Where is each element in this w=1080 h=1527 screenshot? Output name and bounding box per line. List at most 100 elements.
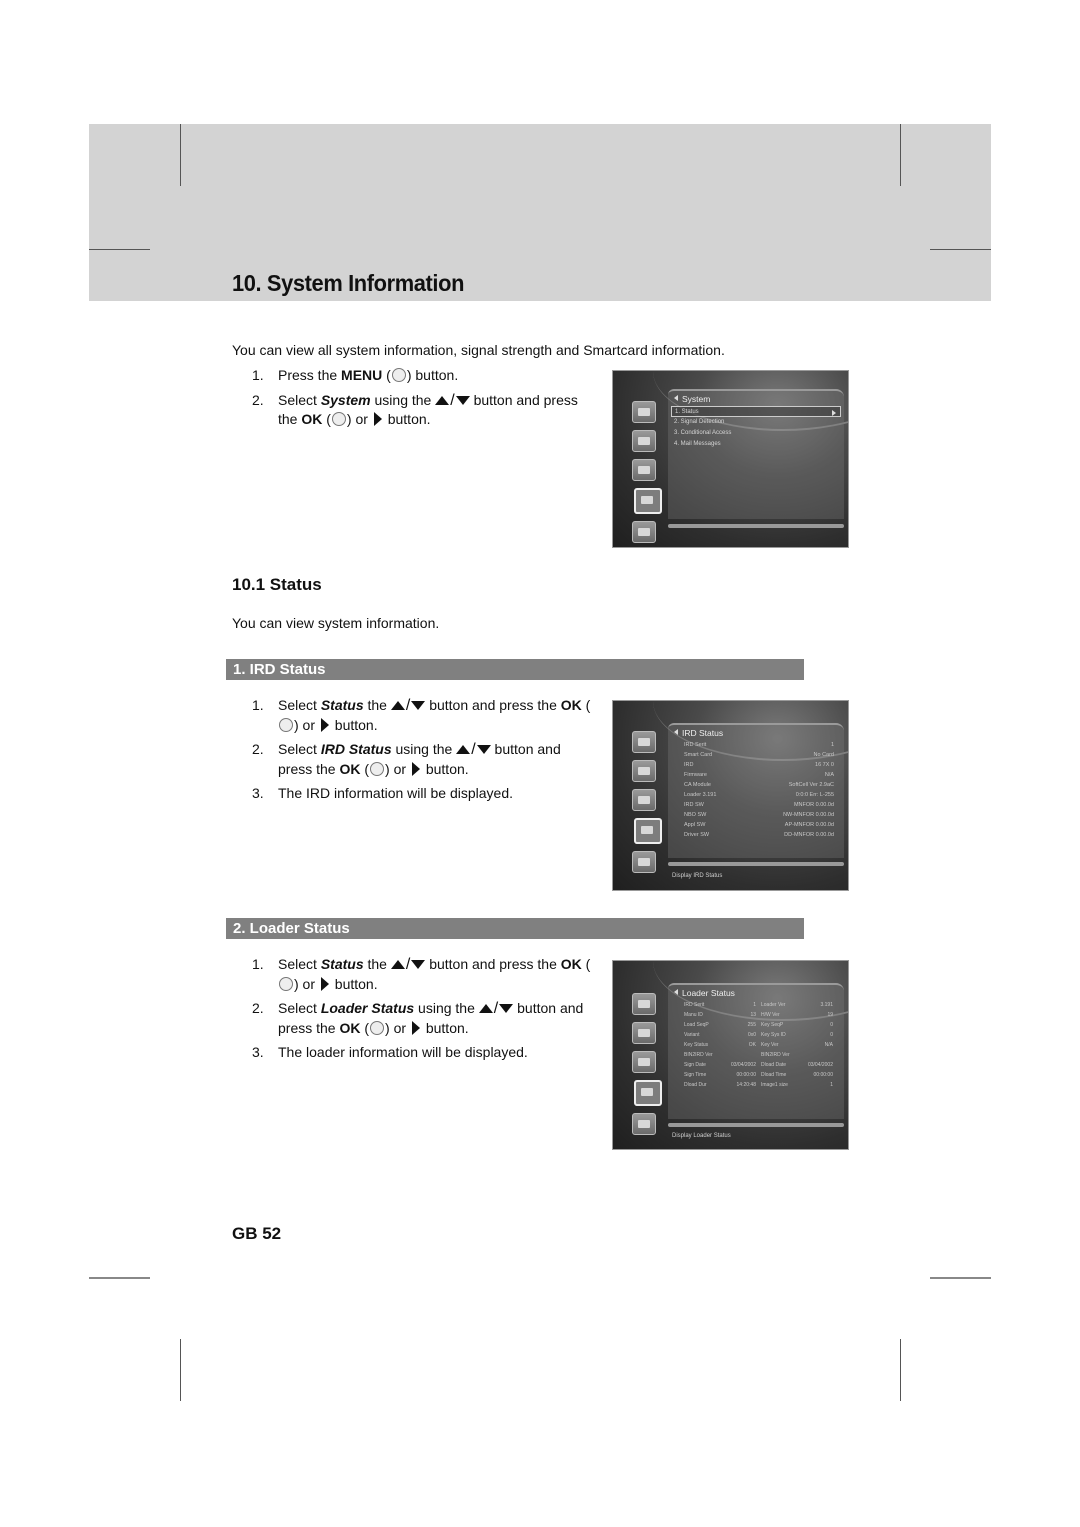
chapter-header-band	[89, 124, 991, 301]
right-arrow-icon	[832, 410, 836, 416]
info-row: Firmware N/A	[684, 772, 834, 778]
down-arrow-icon	[499, 1004, 514, 1013]
menu-item-conditional-access[interactable]: 3. Conditional Access	[668, 428, 844, 439]
games-icon	[632, 521, 656, 543]
preferences-icon	[632, 789, 656, 811]
step-item: 2. Select IRD Status using the / button …	[252, 741, 561, 777]
screen-footer-text: Display IRD Status	[672, 873, 723, 879]
ird-status-panel: IRD Status IRD Serit 1 Smart Card No Card …	[668, 723, 844, 858]
down-arrow-icon	[476, 745, 491, 754]
down-arrow-icon	[411, 960, 426, 969]
info-row: BIN2IRD Ver BIN2IRD Ver	[684, 1052, 790, 1058]
step-item: 3. The loader information will be displa…	[252, 1044, 528, 1060]
menu-button-icon	[391, 368, 406, 382]
preferences-icon	[632, 1051, 656, 1073]
system-menu-panel: System 1. Status 2. Signal Detection 3. …	[668, 389, 844, 519]
menu-item-signal-detection[interactable]: 2. Signal Detection	[668, 417, 844, 428]
back-arrow-icon	[674, 729, 678, 735]
menu-item-status[interactable]: 1. Status	[671, 406, 841, 417]
loader-status-heading: 2. Loader Status	[226, 918, 804, 939]
info-row: Loader 3.191 0:0:0 Err: L-255	[684, 792, 834, 798]
info-row: NBO SW NW-MNFOR 0.00.0d	[684, 812, 834, 818]
right-arrow-icon	[373, 412, 382, 426]
crop-mark	[900, 1339, 901, 1401]
screen-footer-text: Display Loader Status	[672, 1133, 731, 1139]
right-arrow-icon	[411, 1020, 420, 1035]
right-arrow-icon	[320, 717, 329, 732]
system-icon	[634, 818, 662, 844]
info-row: Key Status OK Key Ver N/A	[684, 1042, 833, 1048]
info-row: Appl SW AP-MNFOR 0.00.0d	[684, 822, 834, 828]
ok-button-icon	[370, 1020, 385, 1035]
games-icon	[632, 1113, 656, 1135]
up-arrow-icon	[390, 701, 405, 710]
ok-button-icon	[279, 976, 293, 991]
ird-status-screenshot: IRD Status IRD Serit 1 Smart Card No Card …	[612, 700, 849, 891]
step-item: 1. Select Status the / button and press …	[252, 697, 591, 733]
crop-mark	[180, 1339, 181, 1401]
page-title: 10. System Information	[232, 270, 465, 296]
installation-icon	[632, 760, 656, 782]
system-icon	[634, 488, 662, 514]
nav-icons	[632, 401, 662, 547]
step-item: 2. Select Loader Status using the / butt…	[252, 1000, 584, 1036]
up-arrow-icon	[390, 960, 405, 969]
crop-mark	[930, 1277, 991, 1279]
system-icon	[634, 1080, 662, 1106]
installation-icon	[632, 430, 656, 452]
info-row: IRD Serit 1	[684, 742, 834, 748]
info-row: Load SeqP 255 Key SeqP 0	[684, 1022, 833, 1028]
info-row: IRD 16 7X 0	[684, 762, 834, 768]
crop-mark	[89, 1277, 150, 1279]
loader-status-screenshot: Loader Status IRD Serit 1 Loader Ver 3.191 …	[612, 960, 849, 1150]
info-row: Smart Card No Card	[684, 752, 834, 758]
up-arrow-icon	[478, 1004, 493, 1013]
channel-icon	[632, 993, 656, 1015]
step-item: 1. Press the MENU () button.	[252, 367, 459, 383]
info-row: Manu ID 13 H/W Ver 19	[684, 1012, 833, 1018]
loader-status-panel: Loader Status IRD Serit 1 Loader Ver 3.191 …	[668, 983, 844, 1119]
system-menu-screenshot: System 1. Status 2. Signal Detection 3. …	[612, 370, 849, 548]
channel-icon	[632, 731, 656, 753]
info-row: Sign Time 00:00:00 Dload Time 00:00:00	[684, 1072, 833, 1078]
games-icon	[632, 851, 656, 873]
menu-item-mail-messages[interactable]: 4. Mail Messages	[668, 439, 844, 450]
crop-mark	[89, 249, 150, 250]
page-number: GB 52	[232, 1224, 282, 1243]
step-item: 1. Select Status the / button and press …	[252, 956, 591, 992]
info-row: Dload Dur 14:20:48 Image1 size 1	[684, 1082, 833, 1088]
right-arrow-icon	[320, 976, 329, 991]
crop-mark	[180, 124, 181, 186]
preferences-icon	[632, 459, 656, 481]
channel-icon	[632, 401, 656, 423]
info-row: IRD Serit 1 Loader Ver 3.191	[684, 1002, 833, 1008]
back-arrow-icon	[674, 395, 678, 401]
up-arrow-icon	[456, 745, 471, 754]
info-row: Variant 0x0 Key Sys ID 0	[684, 1032, 833, 1038]
intro-steps: 1. Press the MENU () button. 2. Select S…	[252, 366, 592, 435]
down-arrow-icon	[455, 395, 470, 405]
up-arrow-icon	[435, 395, 450, 405]
ok-button-icon	[279, 717, 293, 732]
right-arrow-icon	[411, 761, 420, 776]
nav-icons	[632, 731, 662, 880]
crop-mark	[900, 124, 901, 186]
info-row: CA Module SoftCell Ver 2.9aC	[684, 782, 834, 788]
info-row: Driver SW DD-MNFOR 0.00.0d	[684, 832, 834, 838]
crop-mark	[930, 249, 991, 250]
info-row: Sign Date 03/04/2002 Dload Date 03/04/2002	[684, 1062, 833, 1068]
section-description: You can view system information.	[232, 615, 440, 631]
info-row: IRD SW MNFOR 0.00.0d	[684, 802, 834, 808]
section-title: 10.1 Status	[232, 575, 322, 594]
step-item: 3. The IRD information will be displayed…	[252, 785, 513, 801]
down-arrow-icon	[411, 701, 426, 710]
ird-steps: 1. Select Status the / button and press …	[252, 696, 592, 809]
installation-icon	[632, 1022, 656, 1044]
ok-button-icon	[331, 412, 346, 426]
loader-steps: 1. Select Status the / button and press …	[252, 955, 592, 1068]
nav-icons	[632, 993, 662, 1142]
intro-text: You can view all system information, sig…	[232, 342, 725, 358]
step-item: 2. Select System using the / button and …	[252, 391, 578, 428]
back-arrow-icon	[674, 989, 678, 995]
ird-status-heading: 1. IRD Status	[226, 659, 804, 680]
